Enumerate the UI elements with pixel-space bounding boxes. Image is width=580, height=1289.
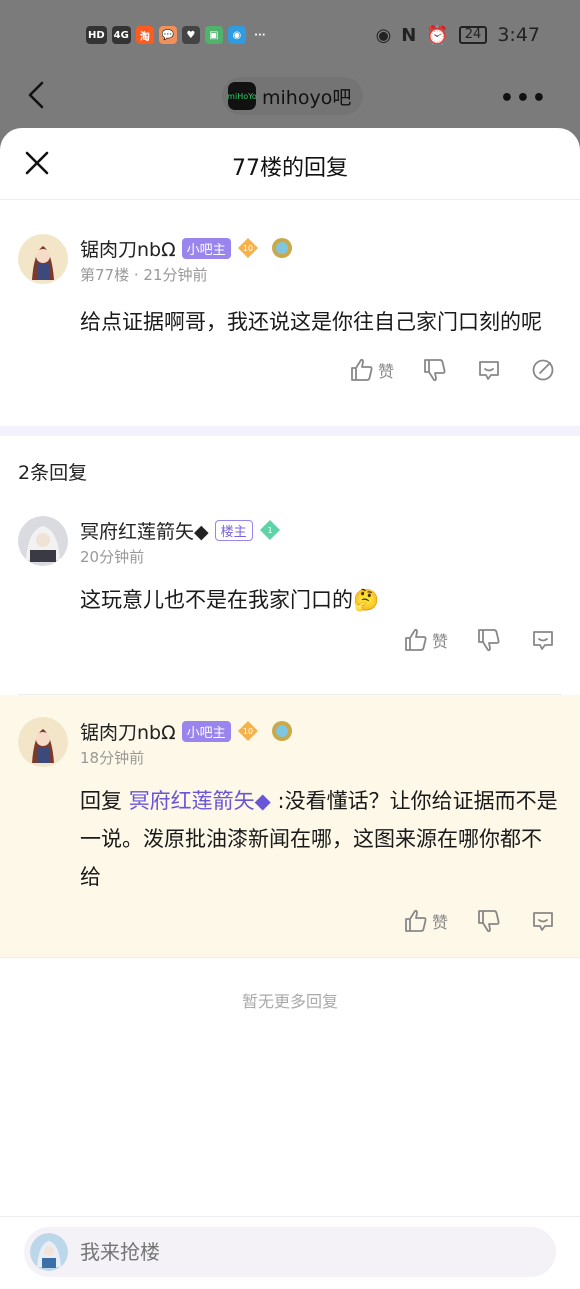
svg-text:10: 10 bbox=[243, 727, 253, 736]
forum-name: mihoyo吧 bbox=[262, 86, 352, 109]
username[interactable]: 锯肉刀nbΩ bbox=[80, 718, 176, 745]
comment-icon bbox=[533, 912, 553, 931]
level-badge-icon: 10 bbox=[237, 238, 258, 258]
like-label: 赞 bbox=[377, 362, 394, 381]
medal-icon bbox=[271, 721, 292, 741]
reply-input[interactable] bbox=[80, 1240, 500, 1264]
thumbs-up-icon bbox=[405, 909, 427, 932]
status-app-icon: ♥ bbox=[181, 26, 200, 44]
reply-button[interactable] bbox=[530, 627, 556, 653]
level-badge-icon: 1 bbox=[259, 520, 280, 540]
battery-icon: 24 bbox=[458, 26, 488, 44]
no-more-replies: 暂无更多回复 bbox=[241, 992, 338, 1011]
replies-count: 2条回复 bbox=[18, 462, 88, 484]
like-button[interactable]: 赞 bbox=[403, 627, 448, 653]
edit-share-icon bbox=[532, 359, 554, 381]
status-app-icon: 💬 bbox=[158, 26, 177, 44]
thumbs-up-icon bbox=[405, 628, 427, 651]
thumbs-down-icon bbox=[478, 629, 500, 652]
dislike-button[interactable] bbox=[476, 908, 502, 934]
username-row: 锯肉刀nbΩ 小吧主 10 bbox=[80, 717, 580, 745]
watermark: @mihoyo bbox=[501, 1128, 572, 1146]
reply-button[interactable] bbox=[530, 908, 556, 934]
reply-button[interactable] bbox=[476, 357, 502, 383]
username[interactable]: 冥府红莲箭矢◆ bbox=[80, 517, 209, 544]
more-menu-icon[interactable]: ••• bbox=[500, 86, 548, 111]
moderator-badge: 小吧主 bbox=[181, 720, 231, 742]
moderator-badge: 小吧主 bbox=[181, 237, 231, 259]
back-icon[interactable] bbox=[24, 80, 48, 110]
forum-logo-icon: miHoYo bbox=[227, 82, 257, 110]
reply-content[interactable]: 这玩意儿也不是在我家门口的🤔 bbox=[80, 581, 580, 619]
status-app-icon: ··· bbox=[254, 29, 266, 41]
like-label: 赞 bbox=[431, 913, 448, 932]
share-button[interactable] bbox=[530, 357, 556, 383]
my-avatar bbox=[30, 1233, 68, 1271]
post-time: 18分钟前 bbox=[80, 749, 145, 767]
nfc-icon: N bbox=[401, 24, 417, 46]
sheet-header: 77楼的回复 bbox=[0, 128, 580, 200]
svg-text:1: 1 bbox=[267, 526, 272, 535]
thumbs-up-icon bbox=[351, 358, 373, 381]
thumbs-down-icon bbox=[478, 910, 500, 933]
reply-actions: 赞 bbox=[80, 908, 580, 934]
main-comment: 锯肉刀nbΩ 小吧主 10 第77楼 · 21分钟前 给点证据啊哥，我还说这是你… bbox=[0, 200, 580, 426]
post-time: 20分钟前 bbox=[80, 548, 145, 566]
comment-content[interactable]: 给点证据啊哥，我还说这是你往自己家门口刻的呢 bbox=[80, 303, 580, 341]
avatar[interactable] bbox=[18, 234, 68, 284]
avatar[interactable] bbox=[18, 717, 68, 767]
composer-bar bbox=[0, 1216, 580, 1289]
svg-text:10: 10 bbox=[243, 244, 253, 253]
reply-to-user-link[interactable]: 冥府红莲箭矢◆ bbox=[129, 789, 271, 813]
comment-actions: 赞 bbox=[80, 357, 580, 383]
username[interactable]: 锯肉刀nbΩ bbox=[80, 235, 176, 262]
divider bbox=[0, 957, 580, 958]
status-app-icon: ▣ bbox=[204, 26, 223, 44]
medal-icon bbox=[271, 238, 292, 258]
reply-composer[interactable] bbox=[24, 1227, 556, 1277]
forum-title-pill[interactable]: miHoYo mihoyo吧 bbox=[222, 77, 364, 115]
op-badge: 楼主 bbox=[214, 519, 253, 541]
thumbs-down-icon bbox=[424, 359, 446, 382]
sheet-title: 77楼的回复 bbox=[232, 156, 348, 181]
emoji: 🤔 bbox=[353, 588, 380, 612]
username-row: 锯肉刀nbΩ 小吧主 10 bbox=[80, 234, 580, 262]
comment-meta: 第77楼 · 21分钟前 bbox=[80, 266, 208, 284]
dislike-button[interactable] bbox=[476, 627, 502, 653]
comment-icon bbox=[479, 361, 499, 380]
status-bar: HD 4G 淘 💬 ♥ ▣ ◉ ··· ◉ N ⏰ 24 3:47 bbox=[0, 0, 580, 70]
status-icons-right: ◉ N ⏰ 24 3:47 bbox=[376, 24, 540, 46]
status-app-icon: 4G bbox=[111, 26, 131, 44]
status-app-icon: ◉ bbox=[227, 26, 246, 44]
post-time: 21分钟前 bbox=[143, 266, 208, 284]
reply-actions: 赞 bbox=[80, 627, 580, 653]
avatar[interactable] bbox=[18, 516, 68, 566]
clock: 3:47 bbox=[497, 24, 540, 46]
status-app-icon: HD bbox=[86, 26, 107, 44]
like-button[interactable]: 赞 bbox=[349, 357, 394, 383]
like-button[interactable]: 赞 bbox=[403, 908, 448, 934]
status-icons-left: HD 4G 淘 💬 ♥ ▣ ◉ ··· bbox=[86, 26, 269, 44]
reply-prefix: 回复 bbox=[80, 789, 122, 813]
level-badge-icon: 10 bbox=[237, 721, 258, 741]
reply-content[interactable]: 回复 冥府红莲箭矢◆ :没看懂话？让你给证据而不是一说。泼原批油漆新闻在哪，这图… bbox=[80, 782, 580, 896]
dislike-button[interactable] bbox=[422, 357, 448, 383]
like-label: 赞 bbox=[431, 632, 448, 651]
reply-sheet: 77楼的回复 锯肉刀nbΩ 小吧主 10 第77楼 · 21分钟前 给点证据啊哥… bbox=[0, 128, 580, 1289]
eye-icon: ◉ bbox=[375, 24, 392, 46]
reply-item-highlighted: 锯肉刀nbΩ 小吧主 10 18分钟前 回复 冥府红莲箭矢◆ :没看懂话？让你给… bbox=[0, 695, 580, 957]
status-app-icon: 淘 bbox=[135, 26, 154, 44]
username-row: 冥府红莲箭矢◆ 楼主 1 bbox=[80, 516, 580, 544]
alarm-icon: ⏰ bbox=[426, 24, 449, 46]
comment-icon bbox=[533, 631, 553, 650]
reply-item: 冥府红莲箭矢◆ 楼主 1 20分钟前 这玩意儿也不是在我家门口的🤔 赞 bbox=[0, 516, 580, 694]
floor-number: 第77楼 bbox=[80, 266, 130, 284]
section-divider bbox=[0, 426, 580, 436]
